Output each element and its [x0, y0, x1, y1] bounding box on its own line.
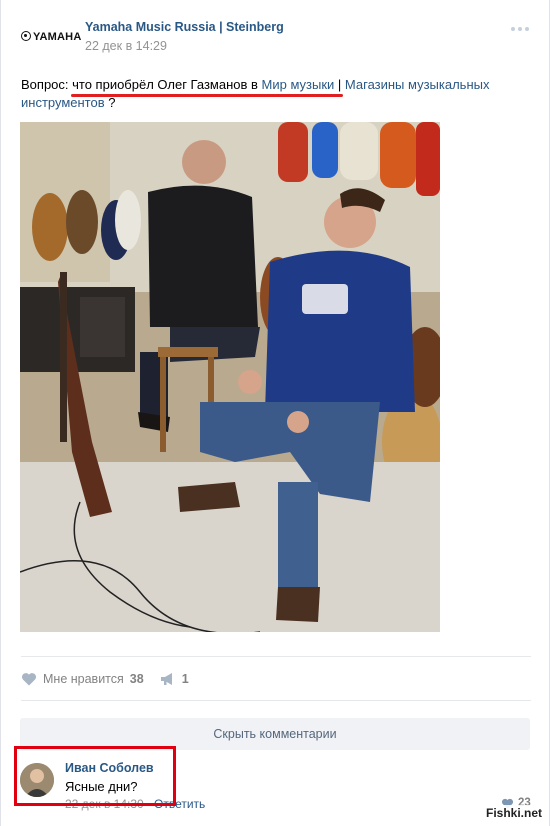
like-count: 38	[129, 672, 144, 686]
like-label: Мне нравится	[43, 672, 124, 686]
link-mir-muzyki[interactable]: Мир музыки	[262, 77, 335, 92]
heart-icon	[21, 673, 37, 686]
watermark-logo: Fishki.net	[482, 805, 545, 821]
share-count: 1	[181, 672, 189, 686]
megaphone-icon	[160, 673, 172, 685]
red-underline-mark	[71, 94, 343, 97]
group-avatar-logo[interactable]: YAMAHA	[21, 31, 81, 43]
more-options-icon[interactable]	[511, 24, 531, 34]
underlined-phrase: что приобрёл Олег Газманов в	[72, 77, 262, 92]
like-button[interactable]: Мне нравится 38	[21, 672, 144, 686]
post-author-link[interactable]: Yamaha Music Russia | Steinberg	[85, 20, 284, 34]
share-button[interactable]: 1	[160, 672, 189, 686]
divider	[21, 700, 531, 701]
yamaha-emblem-icon	[21, 31, 31, 41]
wall-post: YAMAHA Yamaha Music Russia | Steinberg 2…	[0, 0, 550, 826]
divider	[21, 656, 531, 657]
post-date[interactable]: 22 дек в 14:29	[85, 39, 167, 53]
red-highlight-box	[14, 746, 176, 806]
post-header: YAMAHA Yamaha Music Russia | Steinberg 2…	[1, 0, 550, 70]
post-photo[interactable]	[20, 122, 440, 632]
post-actions: Мне нравится 38 1	[21, 670, 189, 688]
